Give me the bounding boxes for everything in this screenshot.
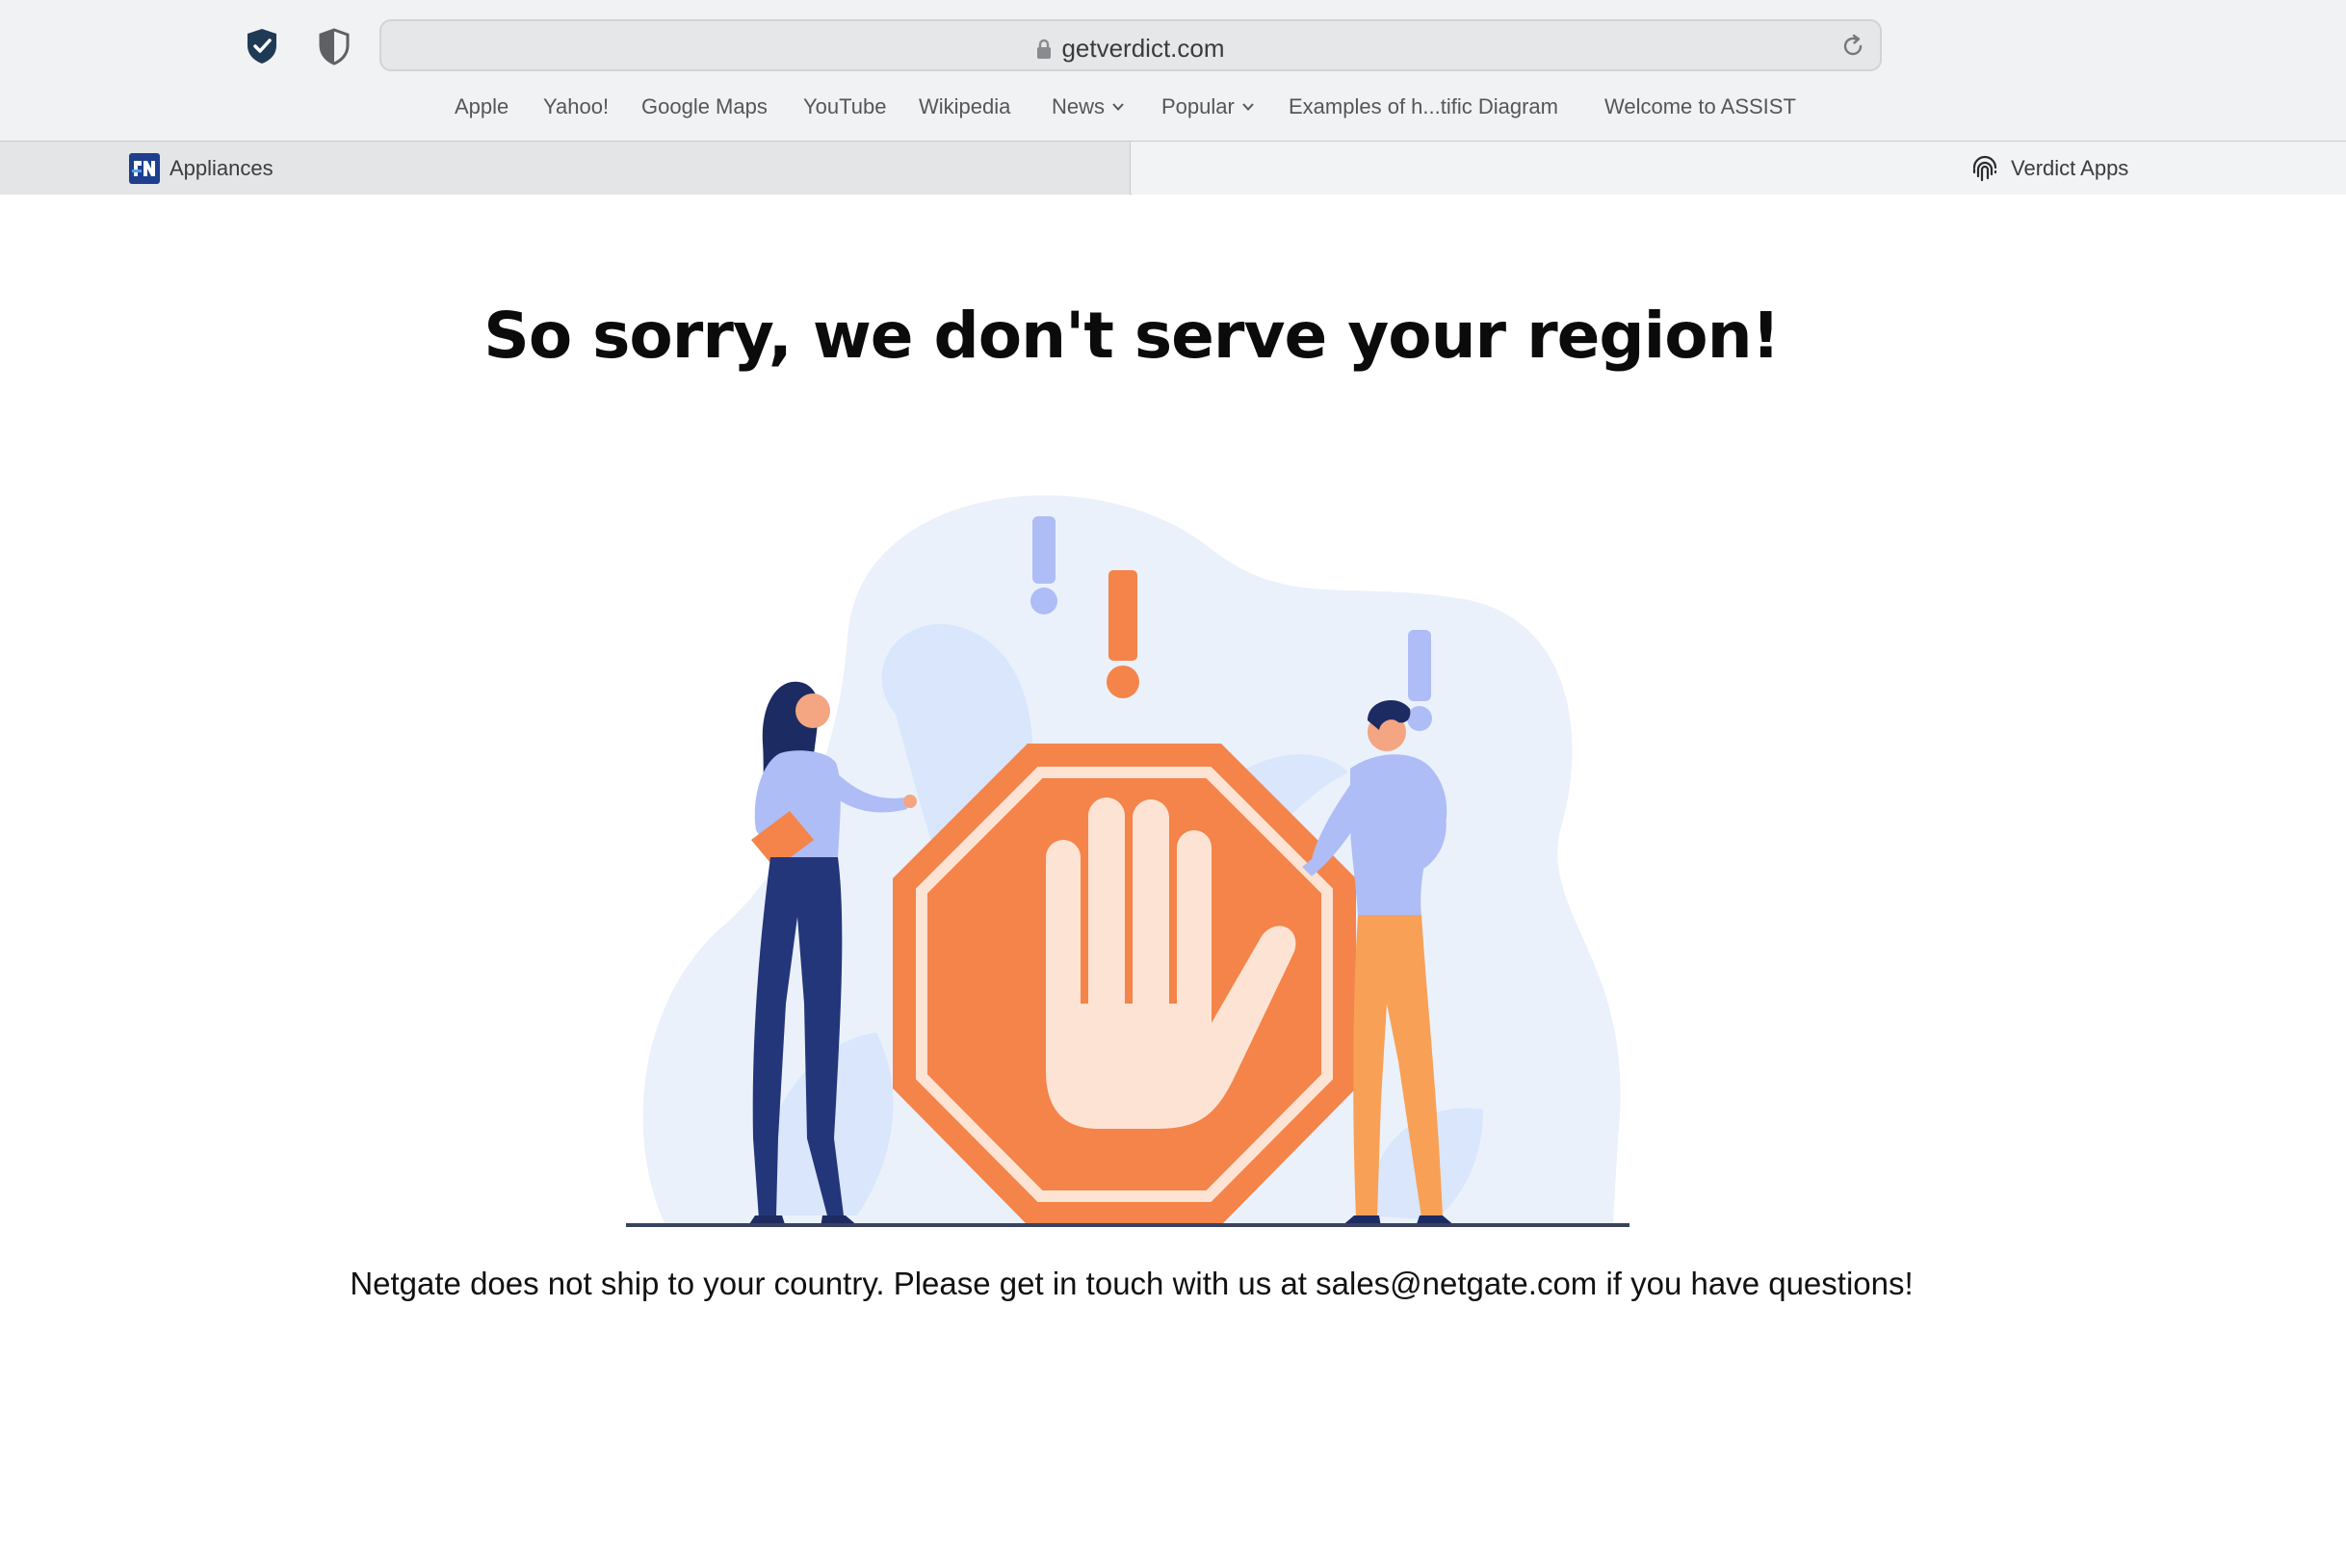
netgate-icon — [129, 153, 160, 184]
chevron-down-icon — [1112, 103, 1124, 111]
bookmark-folder-news-label: News — [1052, 94, 1106, 118]
lock-icon — [1037, 39, 1052, 59]
stop-sign — [893, 744, 1356, 1225]
tab-verdict-apps-label: Verdict Apps — [2011, 156, 2129, 180]
bookmark-youtube[interactable]: YouTube — [803, 94, 886, 119]
address-bar[interactable]: getverdict.com — [379, 19, 1882, 71]
stop-sign-illustration — [626, 495, 1629, 1227]
bookmark-folder-popular[interactable]: Popular — [1161, 94, 1254, 119]
bookmark-scientific-diagram[interactable]: Examples of h...tific Diagram — [1289, 94, 1558, 119]
tab-verdict-apps[interactable]: Verdict Apps — [1132, 142, 2346, 195]
bookmarks-bar: Apple Yahoo! Google Maps YouTube Wikiped… — [0, 94, 2346, 129]
bookmark-assist[interactable]: Welcome to ASSIST — [1604, 94, 1796, 119]
tab-bar: Appliances Verdict Apps — [0, 141, 2346, 195]
bookmark-folder-popular-label: Popular — [1161, 94, 1235, 118]
url-display[interactable]: getverdict.com — [381, 34, 1880, 64]
tab-appliances[interactable]: Appliances — [0, 142, 1131, 195]
page-title: So sorry, we don't serve your region! — [483, 299, 1780, 373]
page-message: Netgate does not ship to your country. P… — [350, 1266, 1914, 1301]
bookmark-folder-news[interactable]: News — [1052, 94, 1124, 119]
reload-icon[interactable] — [1839, 33, 1866, 60]
tracker-shield-icon[interactable] — [318, 27, 351, 65]
chevron-down-icon — [1242, 103, 1254, 111]
tab-appliances-label: Appliances — [169, 156, 274, 180]
bookmark-yahoo[interactable]: Yahoo! — [543, 94, 609, 119]
page-content: So sorry, we don't serve your region! Ne… — [0, 195, 2346, 1568]
privacy-shield-icon[interactable] — [245, 27, 279, 65]
bookmark-wikipedia[interactable]: Wikipedia — [919, 94, 1010, 119]
bookmark-google-maps[interactable]: Google Maps — [641, 94, 768, 119]
url-text: getverdict.com — [1061, 34, 1225, 63]
fingerprint-icon — [1972, 155, 1997, 182]
browser-chrome: getverdict.com Apple Yahoo! Google Maps … — [0, 0, 2346, 195]
bookmark-apple[interactable]: Apple — [455, 94, 508, 119]
